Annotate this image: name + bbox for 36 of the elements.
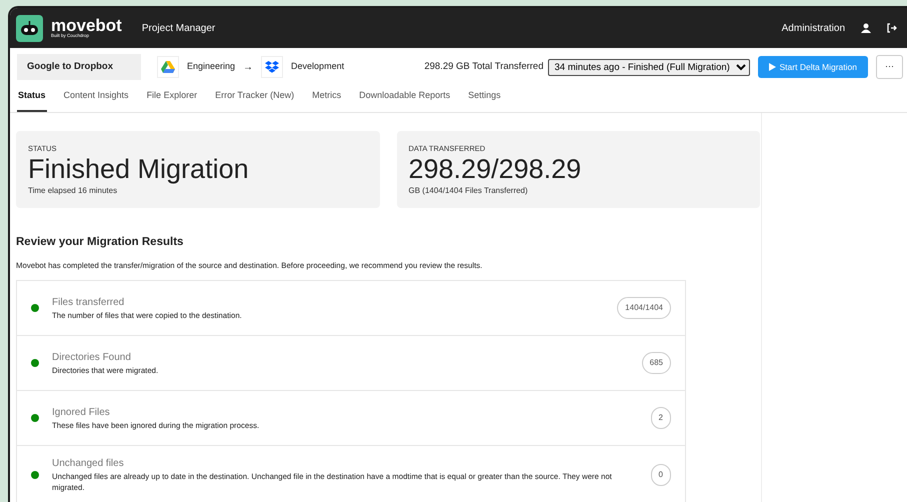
result-title: Directories Found xyxy=(52,350,132,365)
stat-note: GB (1404/1404 Files Transferred) xyxy=(408,184,529,197)
stat-value: Finished Migration xyxy=(28,154,250,185)
project-name: Google to Dropbox xyxy=(17,54,141,80)
result-count: 0 xyxy=(650,464,671,486)
tab[interactable]: Status xyxy=(17,86,47,112)
tab[interactable]: Error Tracker (New) xyxy=(214,86,296,112)
administration-link[interactable]: Administration xyxy=(782,20,845,36)
tab[interactable]: Downloadable Reports xyxy=(358,86,452,112)
google-drive-icon xyxy=(157,56,179,78)
play-icon xyxy=(768,62,776,71)
result-title: Files transferred xyxy=(52,296,126,310)
arrow-icon: → xyxy=(243,60,254,74)
run-select[interactable]: 34 minutes ago - Finished (Full Migration) xyxy=(548,58,750,76)
dropbox-icon xyxy=(261,56,284,78)
result-title: Unchanged files xyxy=(52,456,125,471)
total-transferred: 298.29 GB Total Transferred xyxy=(424,60,544,74)
destination-name: Development xyxy=(291,60,344,74)
stat-note: Time elapsed 16 minutes xyxy=(28,184,118,197)
tab[interactable]: File Explorer xyxy=(146,86,198,112)
result-count: 685 xyxy=(642,352,671,374)
robot-logo-icon xyxy=(16,14,43,42)
more-button[interactable]: ··· xyxy=(876,55,903,79)
tab[interactable]: Content Insights xyxy=(62,86,130,112)
section-title: Project Manager xyxy=(142,22,216,36)
tab[interactable]: Settings xyxy=(467,86,502,112)
user-icon[interactable] xyxy=(861,23,871,33)
result-count: 1404/1404 xyxy=(617,296,671,319)
logo-text: movebot xyxy=(51,17,122,34)
stat-value: 298.29/298.29 xyxy=(408,154,582,185)
source-name: Engineering xyxy=(187,60,236,74)
tab[interactable]: Metrics xyxy=(311,86,342,112)
logout-icon[interactable] xyxy=(887,23,897,33)
result-title: Ignored Files xyxy=(52,406,111,420)
result-count: 2 xyxy=(650,406,671,429)
review-heading: Review your Migration Results xyxy=(16,234,184,250)
